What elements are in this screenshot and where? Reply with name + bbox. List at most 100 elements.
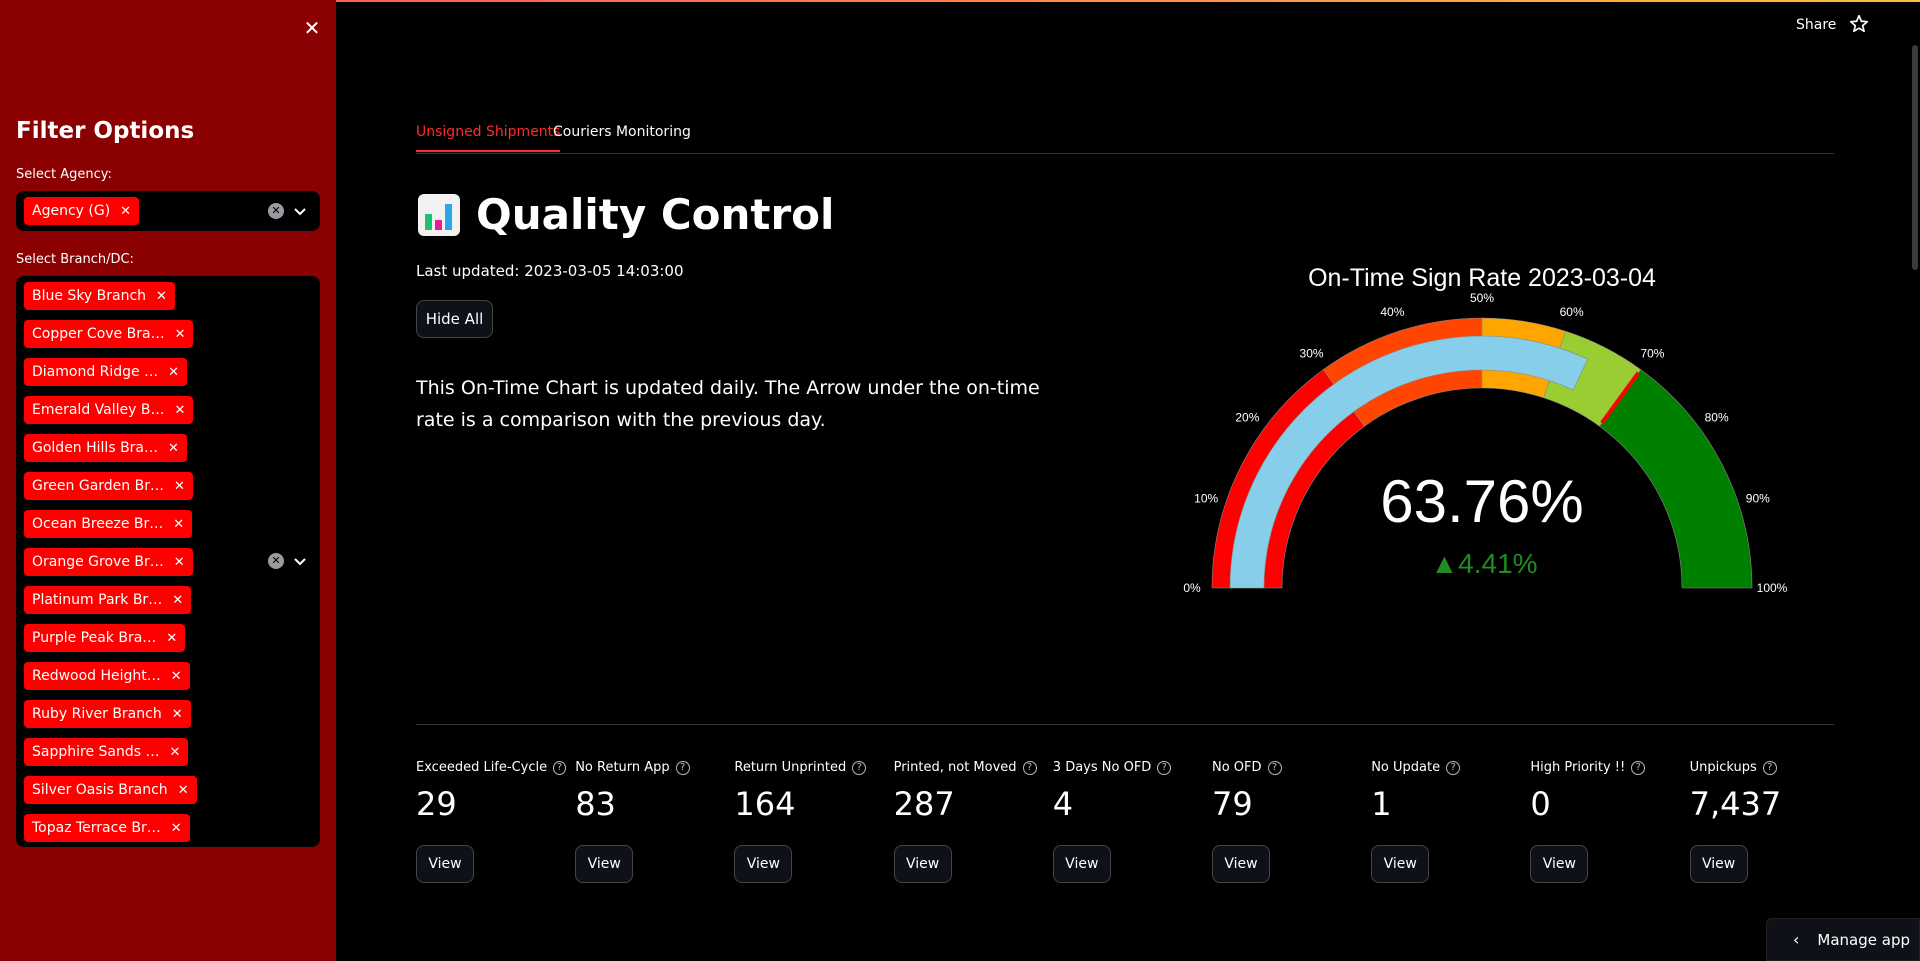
- metric-label: No Update: [1371, 760, 1441, 775]
- gauge-tick-label: 60%: [1560, 305, 1584, 319]
- page-title: Quality Control: [476, 190, 835, 239]
- branch-tag-label: Ruby River Branch: [32, 706, 162, 722]
- metric-value: 0: [1530, 785, 1551, 823]
- branch-tag-label: Copper Cove Bra…: [32, 326, 165, 342]
- branch-tag: Blue Sky Branch ✕: [24, 282, 175, 310]
- metric-label: 3 Days No OFD: [1052, 760, 1152, 775]
- branch-multiselect[interactable]: Blue Sky Branch ✕ Copper Cove Bra… ✕ Diamond…: [16, 276, 320, 847]
- star-icon[interactable]: [1848, 13, 1870, 35]
- help-icon[interactable]: ?: [1446, 760, 1461, 775]
- branch-tag-label: Redwood Height…: [32, 668, 161, 684]
- branch-tag-label: Purple Peak Bra…: [32, 630, 157, 646]
- help-icon[interactable]: ?: [675, 760, 690, 775]
- description-text: This On-Time Chart is updated daily. The…: [416, 377, 1040, 431]
- on-time-gauge: On-Time Sign Rate 2023-03-04 0% 10% 20% 30%…: [1183, 264, 1788, 595]
- remove-tag-icon[interactable]: ✕: [171, 669, 182, 684]
- view-button[interactable]: View: [1371, 845, 1430, 883]
- chevron-down-icon[interactable]: [292, 203, 308, 219]
- gauge-value: 63.76%: [1380, 468, 1584, 535]
- metric-card: High Priority !!? 0 View: [1530, 760, 1680, 883]
- branch-tag: Silver Oasis Branch ✕: [24, 776, 197, 804]
- gauge-tick-label: 90%: [1746, 491, 1770, 505]
- share-button[interactable]: Share: [1796, 17, 1836, 33]
- manage-app-label: Manage app: [1817, 930, 1910, 949]
- remove-tag-icon[interactable]: ✕: [178, 783, 189, 798]
- metric-card: 3 Days No OFD? 4 View: [1052, 760, 1203, 883]
- gauge-title: On-Time Sign Rate 2023-03-04: [1308, 264, 1656, 292]
- branch-tag-label: Golden Hills Bra…: [32, 440, 159, 456]
- remove-tag-icon[interactable]: ✕: [174, 403, 185, 418]
- view-button[interactable]: View: [734, 845, 793, 883]
- remove-tag-icon[interactable]: ✕: [174, 555, 185, 570]
- bar-chart-icon: [418, 193, 460, 236]
- metric-value: 79: [1212, 785, 1253, 823]
- chevron-down-icon[interactable]: [292, 553, 308, 569]
- metric-value: 4: [1052, 785, 1074, 823]
- remove-tag-icon[interactable]: ✕: [168, 365, 179, 380]
- remove-tag-icon[interactable]: ✕: [172, 707, 183, 722]
- metric-card: Return Unprinted? 164 View: [734, 760, 884, 883]
- view-button[interactable]: View: [575, 845, 634, 883]
- help-icon[interactable]: ?: [1762, 760, 1777, 775]
- last-updated-text: Last updated: 2023-03-05 14:03:00: [416, 262, 684, 280]
- help-icon[interactable]: ?: [1157, 760, 1172, 775]
- clear-icon[interactable]: ✕: [268, 203, 284, 219]
- view-button[interactable]: View: [1530, 845, 1589, 883]
- branch-tag: Diamond Ridge … ✕: [24, 358, 188, 386]
- branch-tag: Redwood Height… ✕: [24, 662, 190, 690]
- branch-tag: Ocean Breeze Br… ✕: [24, 510, 193, 538]
- metric-card: Exceeded Life-Cycle? 29 View: [416, 760, 566, 883]
- hide-all-button[interactable]: Hide All: [416, 300, 493, 338]
- branch-tag: Golden Hills Bra… ✕: [24, 434, 187, 462]
- branch-tag-label: Emerald Valley B…: [32, 402, 165, 418]
- metric-value: 164: [734, 785, 796, 823]
- remove-tag-icon[interactable]: ✕: [168, 441, 179, 456]
- remove-tag-icon[interactable]: ✕: [120, 204, 131, 219]
- clear-icon[interactable]: ✕: [268, 553, 284, 569]
- view-button[interactable]: View: [1212, 845, 1270, 883]
- view-button[interactable]: View: [893, 845, 952, 883]
- help-icon[interactable]: ?: [1267, 760, 1282, 775]
- manage-app-button[interactable]: ‹ Manage app: [1766, 918, 1920, 961]
- metric-label: Unpickups: [1689, 760, 1757, 775]
- gauge-tick-label: 100%: [1757, 581, 1788, 595]
- metric-label: Exceeded Life-Cycle: [416, 760, 548, 775]
- branch-tag-label: Ocean Breeze Br…: [32, 516, 164, 532]
- remove-tag-icon[interactable]: ✕: [171, 821, 182, 836]
- remove-tag-icon[interactable]: ✕: [169, 745, 180, 760]
- metric-value: 83: [575, 785, 616, 823]
- remove-tag-icon[interactable]: ✕: [175, 327, 186, 342]
- tab-couriers-monitoring[interactable]: Couriers Monitoring: [553, 124, 691, 150]
- gauge-tick-label: 10%: [1194, 491, 1218, 505]
- view-button[interactable]: View: [1052, 845, 1111, 883]
- agency-multiselect[interactable]: Agency (G) ✕ ✕: [16, 191, 320, 231]
- chevron-left-icon: ‹: [1793, 930, 1800, 949]
- help-icon[interactable]: ?: [1631, 760, 1646, 775]
- remove-tag-icon[interactable]: ✕: [172, 593, 183, 608]
- branch-tag: Green Garden Br… ✕: [24, 472, 193, 500]
- remove-tag-icon[interactable]: ✕: [156, 289, 167, 304]
- branch-tag: Topaz Terrace Br… ✕: [24, 814, 190, 842]
- help-icon[interactable]: ?: [1022, 760, 1037, 775]
- sidebar-title: Filter Options: [16, 118, 195, 144]
- remove-tag-icon[interactable]: ✕: [166, 631, 177, 646]
- gauge-tick-label: 0%: [1183, 581, 1201, 595]
- remove-tag-icon[interactable]: ✕: [174, 479, 185, 494]
- gauge-tick-label: 50%: [1470, 291, 1494, 305]
- scrollbar[interactable]: [1912, 45, 1918, 270]
- metric-label: No OFD: [1212, 760, 1262, 775]
- agency-label: Select Agency:: [16, 167, 112, 182]
- metric-value: 29: [416, 785, 457, 823]
- agency-tag-label: Agency (G): [32, 203, 111, 219]
- view-button[interactable]: View: [1689, 845, 1748, 883]
- branch-tag-label: Topaz Terrace Br…: [32, 820, 161, 836]
- help-icon[interactable]: ?: [553, 760, 566, 775]
- gauge-tick-label: 20%: [1235, 411, 1259, 425]
- branch-label: Select Branch/DC:: [16, 252, 134, 267]
- close-sidebar-icon[interactable]: ✕: [300, 16, 324, 40]
- view-button[interactable]: View: [416, 845, 474, 883]
- gauge-tick-label: 80%: [1705, 411, 1729, 425]
- tab-unsigned-shipments[interactable]: Unsigned Shipments: [416, 124, 561, 152]
- help-icon[interactable]: ?: [852, 760, 867, 775]
- remove-tag-icon[interactable]: ✕: [173, 517, 184, 532]
